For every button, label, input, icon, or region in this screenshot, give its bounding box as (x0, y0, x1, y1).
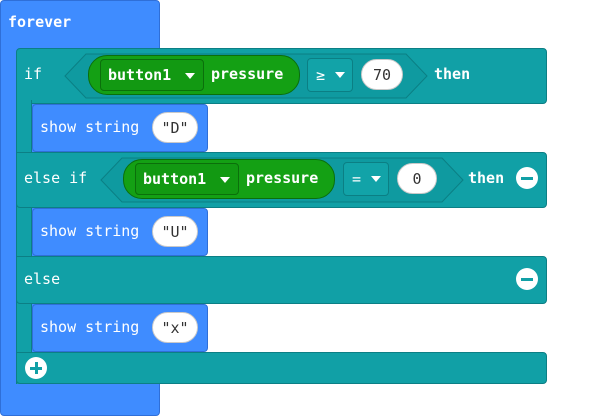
forever-label: forever (8, 13, 72, 31)
compare-value: 70 (372, 65, 392, 84)
show-string-label: show string (40, 118, 140, 136)
plus-circle-icon[interactable] (25, 357, 47, 379)
string-value: "D" (161, 118, 189, 137)
button-dropdown[interactable]: button1 (135, 163, 239, 195)
if-label: if (24, 65, 43, 83)
string-input[interactable]: "D" (152, 112, 198, 143)
show-string-label: show string (40, 318, 140, 336)
pressure-label: pressure (246, 169, 319, 187)
compare-value-input[interactable]: 0 (397, 163, 437, 194)
if-block-footer[interactable] (16, 352, 547, 384)
button-dropdown-label: button1 (108, 66, 172, 84)
button-dropdown[interactable]: button1 (100, 59, 204, 91)
operator-dropdown[interactable]: = (343, 162, 389, 196)
operator-dropdown[interactable]: ≥ (307, 58, 353, 92)
if-block-spine (16, 100, 32, 384)
caret-down-icon (220, 177, 230, 183)
compare-value-input[interactable]: 70 (361, 59, 403, 90)
button-dropdown-label: button1 (143, 170, 207, 188)
string-input[interactable]: "U" (152, 216, 198, 247)
string-input[interactable]: "x" (152, 312, 198, 343)
caret-down-icon (185, 73, 195, 79)
then-label: then (434, 65, 471, 83)
minus-circle-icon[interactable] (516, 268, 538, 290)
minus-circle-icon[interactable] (516, 167, 538, 189)
else-if-label: else if (24, 169, 88, 187)
else-label: else (24, 270, 61, 288)
string-value: "x" (161, 318, 189, 337)
caret-down-icon (335, 72, 345, 78)
operator-label: = (352, 170, 362, 188)
compare-value: 0 (412, 169, 422, 188)
operator-label: ≥ (316, 66, 326, 84)
else-row[interactable] (16, 256, 547, 304)
caret-down-icon (371, 176, 381, 182)
pressure-label: pressure (211, 65, 284, 83)
show-string-label: show string (40, 222, 140, 240)
then-label: then (468, 169, 505, 187)
string-value: "U" (161, 222, 189, 241)
